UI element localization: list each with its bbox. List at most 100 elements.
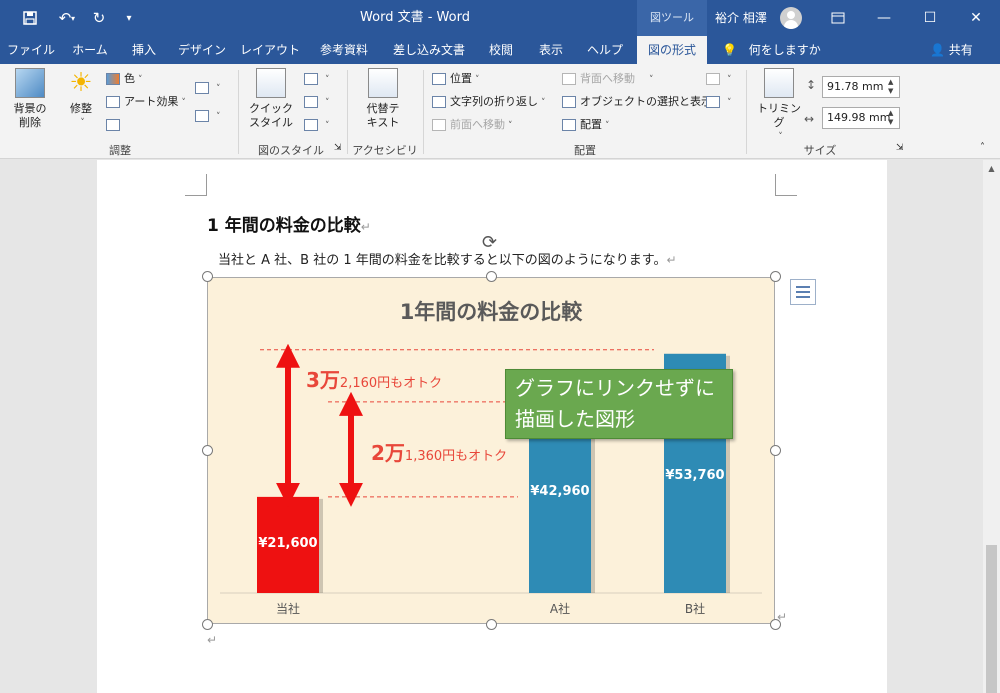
send-backward-button[interactable]: 背面へ移動 ˅ bbox=[562, 69, 654, 89]
height-spinner[interactable]: ▲ ▼ bbox=[888, 78, 898, 96]
dialog-launcher-icon[interactable]: ⇲ bbox=[896, 138, 904, 158]
tab-mailings[interactable]: 差し込み文書 bbox=[386, 36, 472, 64]
title-bar: ↶ ▾ ↻ ▾ Word 文書 - Word 図ツール 裕介 相澤 — ☐ ✕ bbox=[0, 0, 1000, 36]
remove-bg-label-1: 背景の bbox=[13, 102, 47, 115]
group-objects-button[interactable]: ˅ bbox=[706, 69, 732, 89]
section-heading[interactable]: 1 年間の料金の比較↵ bbox=[207, 211, 371, 236]
reset-picture-button[interactable] bbox=[106, 115, 124, 135]
change-picture-icon bbox=[195, 110, 209, 122]
resize-handle[interactable] bbox=[770, 619, 781, 630]
category-label: B社 bbox=[684, 602, 706, 616]
tab-help[interactable]: ヘルプ bbox=[580, 36, 630, 64]
ribbon-display-options-icon[interactable] bbox=[815, 0, 861, 36]
change-picture-button[interactable]: ˅ bbox=[195, 106, 221, 126]
crop-label: トリミング bbox=[757, 102, 801, 129]
collapse-ribbon-icon[interactable]: ˄ bbox=[980, 138, 985, 158]
crop-button[interactable]: トリミング ˅ bbox=[756, 68, 802, 144]
paragraph-text: 当社と A 社、B 社の 1 年間の料金を比較すると以下の図のようになります。 bbox=[218, 253, 667, 268]
chart-figure[interactable]: 1年間の料金の比較 ¥21,600 ¥42,960 ¥53,760 当社 A社 … bbox=[207, 277, 775, 624]
tab-view[interactable]: 表示 bbox=[530, 36, 572, 64]
width-spinner[interactable]: ▲ ▼ bbox=[888, 109, 898, 127]
minimize-icon[interactable]: — bbox=[861, 0, 907, 36]
height-icon: ↕ bbox=[806, 78, 817, 92]
share-button[interactable]: 👤 共有 bbox=[930, 36, 973, 64]
tab-home[interactable]: ホーム bbox=[62, 36, 118, 64]
tab-file[interactable]: ファイル bbox=[6, 36, 56, 64]
artistic-effects-button[interactable]: アート効果 ˅ bbox=[106, 92, 186, 112]
width-field[interactable]: 149.98 mm ▲ ▼ bbox=[822, 107, 900, 129]
picture-layout-icon bbox=[304, 119, 318, 131]
scrollbar-thumb[interactable] bbox=[986, 545, 997, 693]
tell-me-search[interactable]: 💡 何をしますか bbox=[722, 36, 821, 64]
layout-options-icon[interactable] bbox=[790, 279, 816, 305]
selection-pane-icon bbox=[562, 96, 576, 108]
group-label-styles: 図のスタイル bbox=[258, 144, 324, 157]
tab-references[interactable]: 参考資料 bbox=[310, 36, 378, 64]
remove-background-icon bbox=[15, 68, 45, 98]
customize-quick-access-icon[interactable]: ▾ bbox=[114, 0, 144, 36]
resize-handle[interactable] bbox=[770, 271, 781, 282]
bring-forward-button[interactable]: 前面へ移動 ˅ bbox=[432, 115, 513, 135]
redo-icon[interactable]: ↻ bbox=[84, 0, 114, 36]
artistic-effects-icon bbox=[106, 96, 120, 108]
align-button[interactable]: 配置 ˅ bbox=[562, 115, 610, 135]
picture-layout-button[interactable]: ˅ bbox=[304, 115, 330, 135]
user-name[interactable]: 裕介 相澤 bbox=[715, 0, 767, 36]
align-label: 配置 bbox=[580, 118, 602, 131]
resize-handle[interactable] bbox=[486, 619, 497, 630]
save-icon[interactable] bbox=[15, 0, 45, 36]
dialog-launcher-icon[interactable]: ⇲ bbox=[334, 138, 342, 158]
tab-layout[interactable]: レイアウト bbox=[238, 36, 302, 64]
resize-handle[interactable] bbox=[486, 271, 497, 282]
close-icon[interactable]: ✕ bbox=[953, 0, 999, 36]
saving-amount-big: 3万 bbox=[306, 368, 340, 392]
group-label-arrange: 配置 bbox=[574, 144, 596, 157]
sun-icon: ☀ bbox=[69, 68, 93, 98]
wrap-text-button[interactable]: 文字列の折り返し ˅ bbox=[432, 92, 546, 112]
group-divider bbox=[238, 70, 239, 154]
remove-background-button[interactable]: 背景の 削除 bbox=[6, 68, 54, 130]
maximize-icon[interactable]: ☐ bbox=[907, 0, 953, 36]
group-label-size: サイズ bbox=[803, 144, 837, 157]
tab-review[interactable]: 校閲 bbox=[480, 36, 522, 64]
paragraph-mark-icon: ↵ bbox=[360, 220, 371, 234]
picture-effects-button[interactable]: ˅ bbox=[304, 92, 330, 112]
selection-pane-button[interactable]: オブジェクトの選択と表示 bbox=[562, 92, 712, 112]
position-button[interactable]: 位置 ˅ bbox=[432, 69, 480, 89]
quick-styles-button[interactable]: クイック スタイル bbox=[246, 68, 296, 130]
picture-border-button[interactable]: ˅ bbox=[304, 69, 330, 89]
value-label: ¥53,760 bbox=[665, 467, 725, 483]
undo-dropdown-icon[interactable]: ▾ bbox=[66, 0, 80, 36]
tab-picture-format[interactable]: 図の形式 bbox=[637, 36, 707, 64]
resize-handle[interactable] bbox=[202, 445, 213, 456]
resize-handle[interactable] bbox=[202, 619, 213, 630]
compress-pictures-button[interactable]: ˅ bbox=[195, 78, 221, 98]
alt-text-icon bbox=[368, 68, 398, 98]
rotate-icon bbox=[706, 96, 720, 108]
saving-amount-big: 2万 bbox=[371, 441, 405, 465]
resize-handle[interactable] bbox=[202, 271, 213, 282]
height-field[interactable]: 91.78 mm ▲ ▼ bbox=[822, 76, 900, 98]
quick-styles-label-2: スタイル bbox=[249, 116, 293, 129]
vertical-scrollbar[interactable]: ▲ bbox=[983, 160, 1000, 693]
alt-text-button[interactable]: 代替テ キスト bbox=[360, 68, 406, 130]
rotate-button[interactable]: ˅ bbox=[706, 92, 732, 112]
document-title: Word 文書 - Word bbox=[360, 10, 470, 25]
category-label: A社 bbox=[549, 602, 571, 616]
ribbon-tabs: ファイル ホーム 挿入 デザイン レイアウト 参考資料 差し込み文書 校閲 表示… bbox=[0, 36, 1000, 64]
paragraph-mark-icon: ↵ bbox=[666, 253, 677, 267]
corrections-button[interactable]: ☀ 修整 ˅ bbox=[62, 68, 100, 130]
color-button[interactable]: 色 ˅ bbox=[106, 69, 143, 89]
selection-pane-label: オブジェクトの選択と表示 bbox=[580, 95, 712, 108]
resize-handle[interactable] bbox=[770, 445, 781, 456]
height-value: 91.78 mm bbox=[827, 80, 884, 93]
tab-insert[interactable]: 挿入 bbox=[122, 36, 166, 64]
avatar[interactable] bbox=[780, 7, 802, 29]
pen-icon bbox=[304, 73, 318, 85]
group-icon bbox=[706, 73, 720, 85]
reset-picture-icon bbox=[106, 119, 120, 131]
tab-design[interactable]: デザイン bbox=[173, 36, 231, 64]
rotate-handle-icon[interactable]: ⟳ bbox=[482, 232, 497, 253]
scroll-up-icon[interactable]: ▲ bbox=[983, 162, 1000, 176]
body-paragraph[interactable]: 当社と A 社、B 社の 1 年間の料金を比較すると以下の図のようになります。↵ bbox=[218, 249, 677, 268]
